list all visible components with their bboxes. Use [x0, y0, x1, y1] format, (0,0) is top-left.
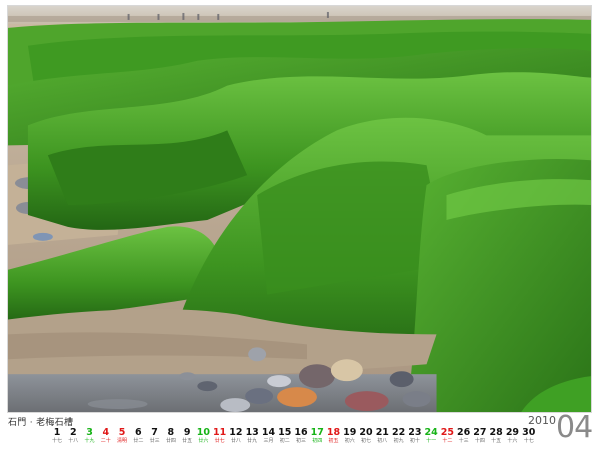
calendar-day: 1 十七 [49, 427, 65, 449]
moss-rock-scene [8, 6, 591, 412]
day-number: 15 [278, 427, 292, 438]
calendar-day: 5 清明 [114, 427, 130, 449]
calendar-day: 16 初三 [293, 427, 309, 449]
day-number: 16 [294, 427, 308, 438]
day-number: 29 [505, 427, 520, 438]
day-number: 25 [440, 427, 454, 438]
lunar-date: 十九 [84, 438, 95, 444]
day-number: 10 [196, 427, 210, 438]
lunar-date: 十七 [523, 438, 534, 444]
calendar-day: 4 二十 [98, 427, 114, 449]
day-number: 30 [522, 427, 536, 438]
day-number: 13 [245, 427, 259, 438]
day-number: 9 [183, 427, 191, 438]
calendar-day: 11 廿七 [212, 427, 228, 449]
lunar-date: 初二 [279, 438, 290, 444]
calendar-day: 17 初四 [309, 427, 325, 449]
calendar-day: 9 廿五 [179, 427, 195, 449]
lunar-date: 廿八 [230, 438, 241, 444]
lunar-date: 十三 [458, 438, 469, 444]
calendar-month: 04 [556, 410, 593, 445]
lunar-date: 廿九 [247, 438, 258, 444]
day-number: 26 [457, 427, 471, 438]
day-number: 23 [408, 427, 422, 438]
day-number: 17 [310, 427, 324, 438]
lunar-date: 十七 [51, 438, 62, 444]
calendar-day: 23 初十 [407, 427, 423, 449]
lunar-date: 十六 [507, 438, 518, 444]
lunar-date: 廿六 [198, 438, 209, 444]
lunar-date: 初三 [295, 438, 306, 444]
calendar-year: 2010 [528, 414, 556, 427]
day-number: 18 [326, 427, 341, 438]
day-number: 6 [135, 427, 142, 438]
calendar-day: 18 初五 [326, 427, 342, 449]
calendar-day: 10 廿六 [195, 427, 211, 449]
lunar-date: 三月 [263, 438, 274, 444]
calendar-day: 25 十二 [439, 427, 455, 449]
day-number: 1 [53, 427, 61, 438]
lunar-date: 十五 [491, 438, 502, 444]
day-number: 11 [213, 427, 227, 438]
lunar-date: 初八 [377, 438, 388, 444]
lunar-date: 初七 [361, 438, 372, 444]
lunar-date: 十一 [426, 438, 437, 444]
lunar-date: 十四 [474, 438, 485, 444]
calendar-day: 29 十六 [504, 427, 520, 449]
calendar-day: 6 廿二 [130, 427, 146, 449]
lunar-date: 廿四 [165, 438, 176, 444]
calendar-day: 21 初八 [374, 427, 390, 449]
day-number: 19 [343, 427, 357, 438]
calendar-day: 12 廿八 [228, 427, 244, 449]
calendar-day: 28 十五 [488, 427, 504, 449]
lunar-date: 初六 [344, 438, 355, 444]
day-number: 22 [391, 427, 406, 438]
lunar-date: 廿二 [133, 438, 144, 444]
calendar-day: 24 十一 [423, 427, 439, 449]
day-number: 27 [473, 427, 487, 438]
day-number: 2 [69, 427, 77, 438]
day-number: 24 [424, 427, 438, 438]
day-number: 20 [359, 427, 373, 438]
calendar-days-row: 1 十七 2 十八 3 十九 4 二十 5 清明 6 廿二 7 廿三 8 廿四 9 廿五 10 廿六 11 廿七 12 廿八 1… [49, 427, 537, 449]
lunar-date: 清明 [117, 438, 128, 444]
lunar-date: 初十 [409, 438, 420, 444]
calendar-day: 26 十三 [456, 427, 472, 449]
day-number: 7 [151, 427, 158, 438]
landscape-photo [7, 5, 592, 413]
calendar-day: 30 十七 [521, 427, 537, 449]
day-number: 8 [167, 427, 175, 438]
day-number: 12 [229, 427, 243, 438]
day-number: 3 [86, 427, 93, 438]
day-number: 4 [102, 427, 110, 438]
calendar-day: 19 初六 [342, 427, 358, 449]
calendar-day: 14 三月 [260, 427, 276, 449]
calendar-day: 8 廿四 [163, 427, 179, 449]
day-number: 14 [261, 427, 276, 438]
day-number: 21 [375, 427, 389, 438]
lunar-date: 廿五 [182, 438, 193, 444]
lunar-date: 廿三 [149, 438, 160, 444]
lunar-date: 十二 [442, 438, 453, 444]
calendar-day: 7 廿三 [147, 427, 163, 449]
calendar-day: 2 十八 [65, 427, 81, 449]
lunar-date: 初四 [312, 438, 323, 444]
day-number: 5 [118, 427, 126, 438]
lunar-date: 二十 [100, 438, 111, 444]
calendar-day: 13 廿九 [244, 427, 260, 449]
lunar-date: 廿七 [214, 438, 225, 444]
lunar-date: 初五 [328, 438, 339, 444]
calendar-day: 22 初九 [391, 427, 407, 449]
calendar-day: 3 十九 [82, 427, 98, 449]
lunar-date: 十八 [68, 438, 79, 444]
calendar-day: 20 初七 [358, 427, 374, 449]
day-number: 28 [489, 427, 503, 438]
calendar-day: 27 十四 [472, 427, 488, 449]
lunar-date: 初九 [393, 438, 404, 444]
calendar-day: 15 初二 [277, 427, 293, 449]
